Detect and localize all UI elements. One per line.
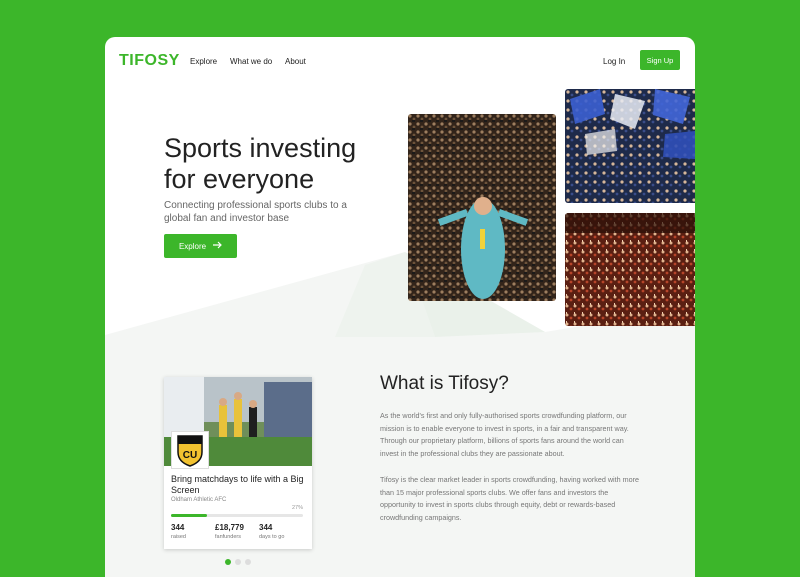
stat-days-label: days to go [259,534,285,540]
campaign-title: Bring matchdays to life with a Big Scree… [171,474,304,495]
stat-fanfunders-label: fanfunders [215,534,241,540]
nav-about[interactable]: About [285,57,306,66]
stat-raised-value: 344 [171,523,185,532]
campaign-card[interactable]: CU Bring matchdays to life with a Big Sc… [164,377,312,549]
stat-days-value: 344 [259,523,273,532]
about-paragraph-1: As the world's first and only fully-auth… [380,411,629,458]
stadium-photo-main [408,114,556,301]
stadium-photo-flags [565,89,695,203]
logo[interactable]: TIFOSY [119,52,180,70]
club-badge: CU [171,431,209,469]
about-title: What is Tifosy? [380,373,509,394]
hero-subtitle: Connecting professional sports clubs to … [164,200,347,224]
carousel-dot-1[interactable] [225,559,231,565]
login-link[interactable]: Log In [603,57,625,66]
hero-title: Sports investing for everyone [164,133,394,195]
hero-explore-label: Explore [178,241,207,251]
nav-what-we-do[interactable]: What we do [230,57,272,66]
campaign-progress-bar [171,514,303,517]
arrow-right-icon [213,241,222,251]
stat-fanfunders-value: £18,779 [215,523,244,532]
club-badge-text: CU [183,450,197,461]
campaign-progress-fill [171,514,207,517]
hero-explore-button[interactable]: Explore [164,234,237,258]
top-nav: TIFOSY Explore What we do About Log In S… [105,37,695,87]
signup-button[interactable]: Sign Up [640,50,680,70]
about-paragraph-2: Tifosy is the clear market leader in spo… [380,475,639,522]
campaign-club: Oldham Athletic AFC [171,497,227,503]
carousel-dot-3[interactable] [245,559,251,565]
hero-title-line1: Sports investing [164,133,357,163]
page-window: TIFOSY Explore What we do About Log In S… [105,37,695,577]
hero-title-line2: for everyone [164,164,315,194]
nav-explore[interactable]: Explore [190,57,217,66]
carousel-dot-2[interactable] [235,559,241,565]
campaign-progress-label: 27% [292,505,304,511]
stadium-photo-crowd [565,213,695,326]
stat-raised-label: raised [171,534,186,540]
